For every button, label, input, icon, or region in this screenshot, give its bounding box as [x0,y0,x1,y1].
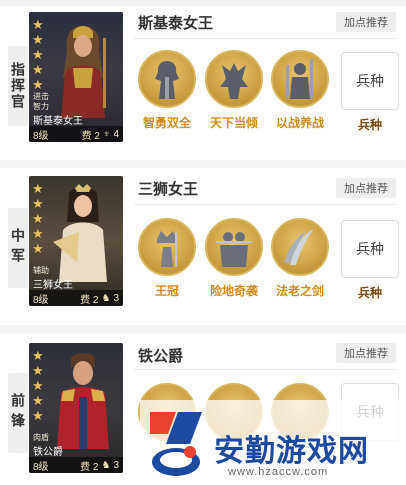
portrait-hero-name: 铁公爵 [33,447,63,458]
skill-name: 智勇双全 [142,116,191,130]
section-gap-1 [0,160,406,168]
troop-type-slot[interactable]: 兵种 [341,52,399,110]
star-icon: ★ [32,241,44,256]
hero-portrait-image [57,353,109,449]
skill-slot[interactable]: 险地奇袭 [203,218,265,299]
hero-traits: 进击 智力 [33,92,49,112]
troop-count: 4 [113,128,119,140]
header-divider [134,369,396,370]
header-divider [134,204,396,205]
star-icon: ★ [32,408,44,423]
hero-traits: 辅助 [33,266,49,276]
troop-type-icon: ♆ [102,128,111,140]
hero-name-title: 斯基泰女王 [138,15,214,32]
star-icon: ★ [32,226,44,241]
position-label: 前锋 [8,373,28,453]
recommend-points-button[interactable]: 加点推荐 [336,178,396,198]
star-icon: ★ [32,378,44,393]
hero-level: 8级 [33,294,49,306]
troop-type-icon: ♞ [101,292,111,304]
skill-name: 以战养战 [275,116,324,130]
hero-portrait-card[interactable]: ★ ★ ★ ★ ★ 辅助 三狮女王 8级 费 2 ♞ 3 [29,176,123,306]
troop-type-label: 兵种 [357,286,382,300]
skill-name: 王冠 [154,284,179,298]
lineup-section-center: 中军 ★ ★ ★ ★ ★ 辅助 三狮女王 8级 费 2 ♞ 3 三狮女王 加点推… [0,168,406,325]
hero-cost: 费 2 [80,294,99,306]
star-icon: ★ [32,62,44,77]
position-label-text: 前锋 [10,393,26,433]
hero-portrait-card[interactable]: ★ ★ ★ ★ ★ 进击 智力 斯基泰女王 8级 费 2 ♆ 4 [29,12,123,142]
star-rating: ★ ★ ★ ★ ★ [32,349,44,422]
skill-icon [205,50,263,108]
star-icon: ★ [32,393,44,408]
recommend-points-button[interactable]: 加点推荐 [336,12,396,32]
site-logo-icon [150,412,202,476]
hero-traits: 肉盾 [33,433,49,443]
portrait-footer: 8级 费 2 ♆ 4 [29,126,123,142]
star-icon: ★ [32,348,44,363]
skill-slot[interactable]: 以战养战 [269,50,331,131]
hero-name-title: 铁公爵 [138,348,184,365]
troop-count: 3 [113,292,119,304]
trait-text: 肉盾 [33,433,49,442]
star-icon: ★ [32,47,44,62]
star-rating: ★ ★ ★ ★ ★ [32,182,44,255]
skill-slot[interactable]: 法老之剑 [269,218,331,299]
hero-cost: 费 2 [80,461,99,473]
recommend-points-button[interactable]: 加点推荐 [336,343,396,363]
header-divider [134,38,396,39]
trait-text: 进击 [33,92,49,101]
position-label: 指挥官 [8,46,28,126]
hero-portrait-image [61,26,106,118]
troop-count: 3 [113,459,119,471]
star-icon: ★ [32,32,44,47]
star-icon: ★ [32,196,44,211]
hero-name-title: 三狮女王 [138,181,199,198]
star-rating: ★ ★ ★ ★ ★ [32,18,44,91]
skill-name: 险地奇袭 [209,284,258,298]
portrait-hero-name: 斯基泰女王 [33,116,83,127]
troop-type-icon: ♞ [101,459,111,471]
hero-level: 8级 [33,130,49,142]
skill-name: 天下当倾 [209,116,258,130]
skill-icon [271,218,329,276]
portrait-footer: 8级 费 2 ♞ 3 [29,457,123,473]
watermark-url: www.hzaccw.com [228,466,329,478]
skill-icon [138,50,196,108]
skill-icon [205,218,263,276]
skill-slot[interactable]: 王冠 [136,218,198,299]
star-icon: ★ [32,17,44,32]
portrait-hero-name: 三狮女王 [33,280,73,291]
position-label: 中军 [8,208,28,288]
portrait-footer: 8级 费 2 ♞ 3 [29,290,123,306]
watermark-title: 安勤游戏网 [214,435,369,468]
trait-text: 辅助 [33,266,49,275]
skill-icon [271,50,329,108]
position-label-text: 中军 [10,228,26,268]
star-icon: ★ [32,211,44,226]
skill-icon [138,218,196,276]
hero-cost: 费 2 [81,130,100,142]
skill-name: 法老之剑 [275,284,324,298]
trait-text: 智力 [33,102,49,111]
hero-level: 8级 [33,461,49,473]
hero-portrait-image [53,184,107,282]
skill-slot[interactable]: 智勇双全 [136,50,198,131]
star-icon: ★ [32,181,44,196]
star-icon: ★ [32,363,44,378]
star-icon: ★ [32,77,44,92]
troop-type-label: 兵种 [357,118,382,132]
section-gap-2 [0,325,406,333]
skill-slot[interactable]: 天下当倾 [203,50,265,131]
lineup-section-commander: 指挥官 ★ ★ ★ ★ ★ 进击 智力 斯基泰女王 8级 费 2 ♆ 4 斯基泰… [0,6,406,160]
hero-portrait-card[interactable]: ★ ★ ★ ★ ★ 肉盾 铁公爵 8级 费 2 ♞ 3 [29,343,123,473]
troop-type-slot[interactable]: 兵种 [341,220,399,278]
position-label-text: 指挥官 [10,62,26,110]
